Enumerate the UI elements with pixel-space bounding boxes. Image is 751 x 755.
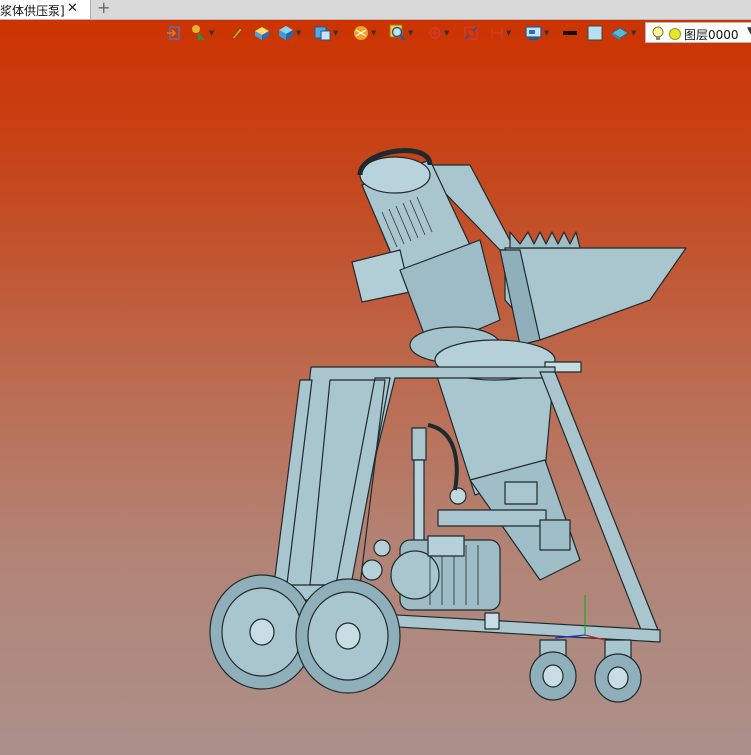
orbit-icon[interactable]: ▼: [427, 24, 449, 42]
cube-icon[interactable]: ▼: [277, 24, 301, 42]
caster-wheels: [529, 639, 642, 703]
zoom-icon[interactable]: ▼: [389, 24, 413, 42]
select-filter-icon[interactable]: ▼: [190, 24, 214, 42]
new-tab-icon[interactable]: +: [97, 0, 110, 17]
view-entry-icon[interactable]: [166, 24, 182, 42]
display-icon[interactable]: ▼: [525, 24, 549, 42]
layer-name: 图层0000: [684, 28, 739, 42]
solid-box-icon[interactable]: [253, 24, 271, 42]
close-tab-icon[interactable]: ✕: [67, 0, 78, 18]
dimension-icon[interactable]: ▼: [489, 24, 511, 42]
layer-color-swatch: [669, 28, 681, 40]
fill-color-icon[interactable]: [587, 24, 603, 42]
3d-viewport[interactable]: [0, 20, 751, 755]
lightbulb-icon: [652, 26, 664, 40]
material-icon[interactable]: ▼: [610, 24, 636, 42]
view-cube-icon[interactable]: ▼: [314, 24, 338, 42]
line-color-icon[interactable]: [562, 24, 578, 42]
pen-icon[interactable]: [230, 24, 244, 42]
cad-application: 浆体供压泵] ✕ + ▼ ▼ ▼ ▼ ▼ ▼ ▼ ▼ ▼ 图层0000 ▼: [0, 0, 751, 755]
document-tab-title: 浆体供压泵]: [0, 4, 65, 18]
render-style-icon[interactable]: ▼: [352, 24, 376, 42]
document-tab[interactable]: 浆体供压泵] ✕: [0, 0, 91, 19]
section-icon[interactable]: [463, 24, 479, 42]
document-tab-bar: 浆体供压泵] ✕ +: [0, 0, 751, 20]
chevron-down-icon[interactable]: ▼: [747, 26, 751, 36]
layer-selector[interactable]: 图层0000 ▼: [645, 22, 751, 43]
pump-model: [209, 148, 687, 703]
